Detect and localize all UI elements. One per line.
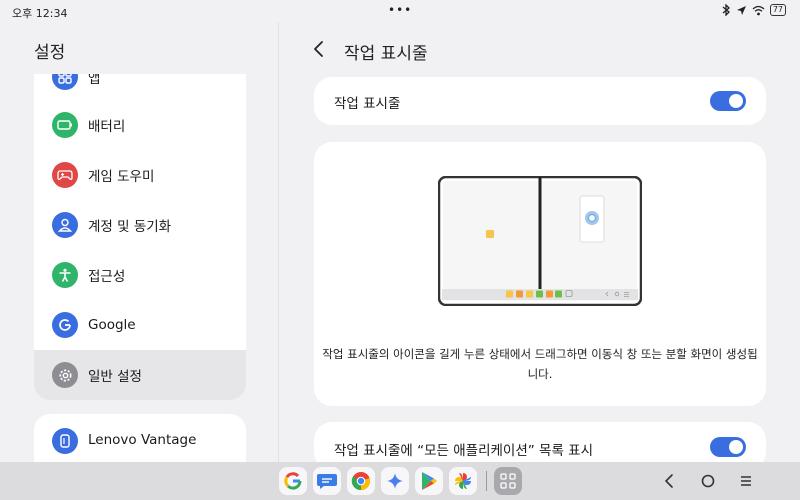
nav-home-icon[interactable] xyxy=(698,471,718,491)
foldable-tablet-illustration xyxy=(438,176,642,306)
taskbar-toggle-label: 작업 표시줄 xyxy=(334,96,401,112)
pane-divider xyxy=(278,22,279,462)
sidebar-item-accessibility[interactable]: 접근성 xyxy=(34,250,246,300)
location-icon xyxy=(736,5,746,15)
sidebar-item-general-settings[interactable]: 일반 설정 xyxy=(34,350,246,400)
status-time: 오후 12:34 xyxy=(12,7,68,20)
sidebar-item-label: Lenovo Vantage xyxy=(88,432,197,448)
nav-recents-icon[interactable] xyxy=(736,471,756,491)
sidebar-item-label: 접근성 xyxy=(88,269,126,285)
nav-back-icon[interactable] xyxy=(660,471,680,491)
sidebar-item-label: 앱 xyxy=(88,74,101,87)
gemini-icon[interactable] xyxy=(381,467,409,495)
battery-indicator: 77 xyxy=(769,4,786,16)
bluetooth-icon xyxy=(722,4,730,16)
photos-icon[interactable] xyxy=(449,467,477,495)
apps-icon xyxy=(52,74,78,90)
sidebar-item-accounts[interactable]: 계정 및 동기화 xyxy=(34,200,246,250)
gamepad-icon xyxy=(52,162,78,188)
sidebar-item-label: 일반 설정 xyxy=(88,369,142,385)
lenovo-vantage-icon xyxy=(52,428,78,454)
status-dots: ••• xyxy=(388,3,413,17)
account-icon xyxy=(52,212,78,238)
dock-separator xyxy=(486,471,487,491)
sidebar-item-lenovo-vantage[interactable]: Lenovo Vantage xyxy=(34,414,246,466)
chrome-icon[interactable] xyxy=(347,467,375,495)
accessibility-icon xyxy=(52,262,78,288)
page-title: 작업 표시줄 xyxy=(344,44,428,64)
sidebar-item-label: 게임 도우미 xyxy=(88,169,155,185)
taskbar xyxy=(0,462,800,500)
battery-icon xyxy=(52,112,78,138)
sidebar-item-label: 계정 및 동기화 xyxy=(88,219,172,235)
messages-icon[interactable] xyxy=(313,467,341,495)
google-icon[interactable] xyxy=(279,467,307,495)
wifi-icon xyxy=(752,5,765,15)
taskbar-toggle-row[interactable]: 작업 표시줄 xyxy=(314,77,766,125)
status-bar: 오후 12:34 ••• 77 xyxy=(0,0,800,22)
all-apps-icon[interactable] xyxy=(494,467,522,495)
sidebar-item-label: Google xyxy=(88,317,136,333)
taskbar-toggle-switch[interactable] xyxy=(710,91,746,111)
settings-title: 설정 xyxy=(34,43,66,63)
back-arrow-icon[interactable] xyxy=(310,38,328,60)
sidebar-item-battery[interactable]: 배터리 xyxy=(34,100,246,150)
sidebar-item-apps[interactable]: 앱 xyxy=(34,74,246,102)
taskbar-illustration-card: 작업 표시줄의 아이콘을 길게 누른 상태에서 드래그하면 이동식 창 또는 분… xyxy=(314,142,766,406)
all-apps-toggle-label: 작업 표시줄에 “모든 애플리케이션” 목록 표시 xyxy=(334,443,594,459)
settings-list: 앱 배터리 게임 도우미 계정 및 동기화 접근성 Google 일반 설정 xyxy=(34,74,246,400)
sidebar-item-label: 배터리 xyxy=(88,119,126,135)
gear-icon xyxy=(52,362,78,388)
play-store-icon[interactable] xyxy=(415,467,443,495)
sidebar-item-google[interactable]: Google xyxy=(34,300,246,350)
google-icon xyxy=(52,312,78,338)
sidebar-item-game-assistant[interactable]: 게임 도우미 xyxy=(34,150,246,200)
taskbar-description: 작업 표시줄의 아이콘을 길게 누른 상태에서 드래그하면 이동식 창 또는 분… xyxy=(322,347,758,381)
all-apps-toggle-switch[interactable] xyxy=(710,437,746,457)
